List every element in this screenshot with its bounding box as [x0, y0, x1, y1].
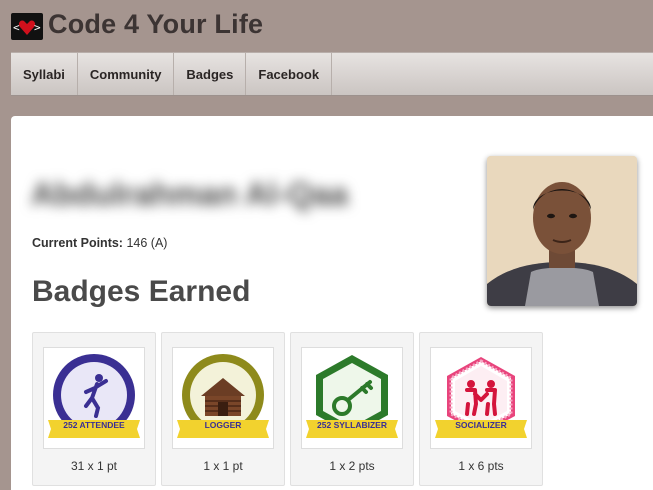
site-header: < > Code 4 Your Life: [0, 0, 653, 52]
badge-card[interactable]: 252 ATTENDEE 31 x 1 pt: [32, 332, 156, 486]
key-icon: [306, 355, 398, 438]
jumping-person-icon: [48, 354, 140, 438]
current-points-label: Current Points:: [32, 236, 123, 250]
current-points: Current Points: 146 (A): [32, 236, 167, 250]
badge-label: LOGGER: [204, 420, 242, 430]
badge-card[interactable]: 252 SYLLABIZER 1 x 2 pts: [290, 332, 414, 486]
badges-heading: Badges Earned: [32, 275, 251, 308]
svg-text:>: >: [34, 21, 41, 34]
badge-card[interactable]: SOCIALIZER 1 x 6 pts: [419, 332, 543, 486]
badge-count: 1 x 6 pts: [458, 459, 504, 473]
profile-photo-icon: [487, 156, 637, 306]
badge-label: SOCIALIZER: [455, 420, 507, 430]
badge-card[interactable]: LOGGER 1 x 1 pt: [161, 332, 285, 486]
heart-code-icon[interactable]: < >: [11, 13, 43, 40]
svg-text:<: <: [13, 21, 20, 34]
log-cabin-icon: [177, 354, 269, 438]
two-people-icon: [435, 357, 527, 438]
badge-label: 252 SYLLABIZER: [317, 420, 387, 430]
badge-label: 252 ATTENDEE: [63, 420, 125, 430]
profile-content: Abdulrahman Al-Qaa Current Points: 146 (…: [11, 116, 653, 490]
badge-count: 1 x 1 pt: [203, 459, 243, 473]
nav-item-badges[interactable]: Badges: [174, 53, 247, 95]
site-title[interactable]: Code 4 Your Life: [48, 9, 263, 40]
badge-image[interactable]: [43, 347, 145, 449]
badge-image[interactable]: [301, 347, 403, 449]
main-navbar: Syllabi Community Badges Facebook: [11, 52, 653, 96]
profile-name: Abdulrahman Al-Qaa: [31, 176, 349, 212]
avatar: [487, 156, 637, 306]
nav-item-facebook[interactable]: Facebook: [246, 53, 333, 95]
badge-image[interactable]: [172, 347, 274, 449]
badge-count: 1 x 2 pts: [329, 459, 375, 473]
badge-image[interactable]: [430, 347, 532, 449]
badge-count: 31 x 1 pt: [70, 459, 118, 473]
nav-item-syllabi[interactable]: Syllabi: [11, 53, 78, 95]
nav-item-community[interactable]: Community: [78, 53, 175, 95]
current-points-value: 146 (A): [126, 236, 168, 250]
